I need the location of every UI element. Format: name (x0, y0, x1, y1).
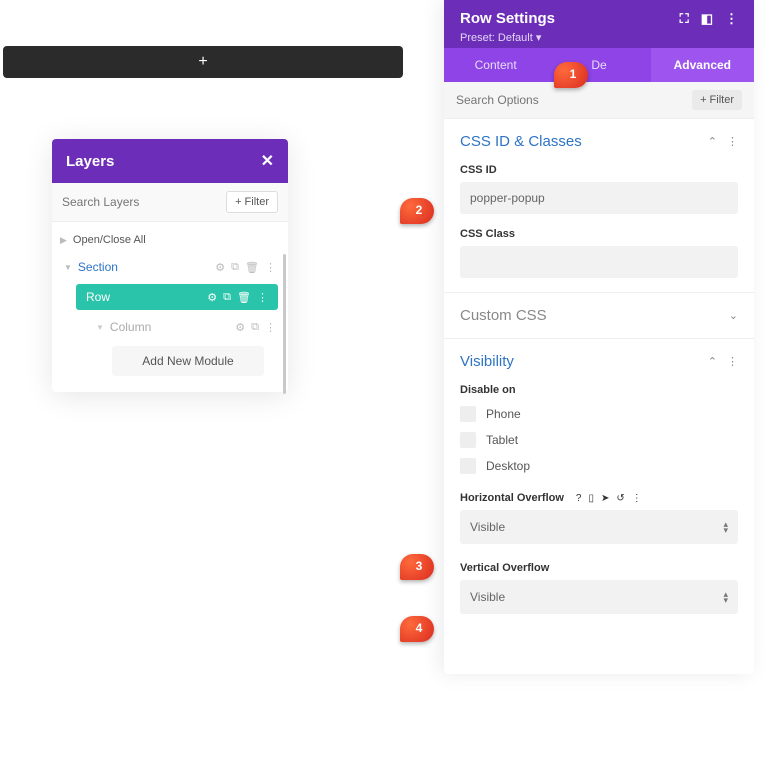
v-overflow-label: Vertical Overflow (460, 562, 738, 574)
more-icon[interactable]: ⋮ (727, 135, 738, 148)
hover-icon[interactable]: ➤ (601, 493, 609, 504)
more-icon[interactable]: ⋮ (632, 493, 642, 504)
expand-icon[interactable]: ⛶ (680, 11, 689, 27)
h-overflow-select[interactable]: Visible ▴▾ (460, 510, 738, 544)
triangle-down-icon: ▼ (64, 263, 72, 272)
settings-filter-button[interactable]: + Filter (692, 90, 742, 110)
add-section-bar[interactable]: + (3, 46, 403, 78)
open-close-all[interactable]: ▶ Open/Close All (56, 228, 284, 254)
chevron-up-icon[interactable]: ⌃ (708, 355, 717, 368)
settings-header: Row Settings ⛶ ◧ ⋮ Preset: Default ▾ (444, 0, 754, 48)
tab-advanced[interactable]: Advanced (651, 48, 754, 82)
trash-icon[interactable]: 🗑 (237, 291, 251, 304)
css-class-input[interactable] (460, 246, 738, 278)
gear-icon[interactable]: ⚙ (215, 261, 225, 274)
chevron-down-icon[interactable]: ⌄ (729, 309, 738, 322)
layers-column-row[interactable]: ▼ Column ⚙ ⧉ ⋮ (56, 314, 284, 340)
callout-3: 3 (400, 554, 434, 580)
acc-visibility-title[interactable]: Visibility (460, 353, 514, 370)
accordion-visibility: Visibility ⌃ ⋮ Disable on Phone Tablet D… (444, 339, 754, 674)
layers-header: Layers ✕ (52, 139, 288, 183)
more-icon[interactable]: ⋮ (727, 355, 738, 368)
triangle-down-icon: ▼ (96, 323, 104, 332)
layers-row-row[interactable]: Row ⚙ ⧉ 🗑 ⋮ (76, 284, 278, 310)
open-close-label: Open/Close All (73, 234, 146, 246)
disable-tablet-row[interactable]: Tablet (460, 432, 738, 448)
settings-search-input[interactable] (456, 93, 692, 107)
snap-icon[interactable]: ◧ (701, 11, 713, 27)
phone-icon[interactable]: ▯ (588, 493, 594, 504)
close-icon[interactable]: ✕ (261, 151, 274, 171)
accordion-custom-css[interactable]: Custom CSS ⌄ (444, 293, 754, 339)
chevron-up-icon[interactable]: ⌃ (708, 135, 717, 148)
callout-4-num: 4 (416, 621, 423, 635)
layers-title: Layers (66, 153, 114, 170)
settings-tabs: Content De Advanced (444, 48, 754, 82)
h-overflow-value: Visible (470, 520, 505, 534)
accordion-css-id-classes: CSS ID & Classes ⌃ ⋮ CSS ID CSS Class (444, 119, 754, 293)
layers-scrollbar[interactable] (283, 254, 286, 394)
callout-4: 4 (400, 616, 434, 642)
acc-custom-title: Custom CSS (460, 307, 547, 324)
updown-icon: ▴▾ (723, 591, 728, 603)
help-icon[interactable]: ? (576, 493, 582, 504)
desktop-label: Desktop (486, 459, 530, 473)
column-row-icons: ⚙ ⧉ ⋮ (235, 321, 276, 334)
row-label: Row (86, 290, 110, 304)
updown-icon: ▴▾ (723, 521, 728, 533)
row-settings-panel: Row Settings ⛶ ◧ ⋮ Preset: Default ▾ Con… (444, 0, 754, 674)
callout-1-num: 1 (570, 67, 577, 81)
gear-icon[interactable]: ⚙ (207, 291, 217, 304)
section-row-icons: ⚙ ⧉ 🗑 ⋮ (215, 261, 276, 274)
tablet-label: Tablet (486, 433, 518, 447)
css-class-label: CSS Class (460, 228, 738, 240)
phone-label: Phone (486, 407, 521, 421)
checkbox[interactable] (460, 458, 476, 474)
layers-section-row[interactable]: ▼ Section ⚙ ⧉ 🗑 ⋮ (56, 254, 284, 280)
reset-icon[interactable]: ↺ (616, 493, 624, 504)
more-icon[interactable]: ⋮ (265, 321, 276, 334)
layers-search-input[interactable] (62, 195, 226, 209)
duplicate-icon[interactable]: ⧉ (231, 261, 239, 274)
disable-desktop-row[interactable]: Desktop (460, 458, 738, 474)
callout-1: 1 (554, 62, 588, 88)
layers-body: ▶ Open/Close All ▼ Section ⚙ ⧉ 🗑 ⋮ Row ⚙… (52, 222, 288, 392)
disable-on-label: Disable on (460, 384, 738, 396)
settings-search-row: + Filter (444, 82, 754, 119)
checkbox[interactable] (460, 432, 476, 448)
more-icon[interactable]: ⋮ (725, 11, 738, 27)
layers-filter-button[interactable]: + Filter (226, 191, 278, 213)
duplicate-icon[interactable]: ⧉ (223, 291, 231, 304)
more-icon[interactable]: ⋮ (265, 261, 276, 274)
callout-2: 2 (400, 198, 434, 224)
trash-icon[interactable]: 🗑 (245, 261, 259, 274)
h-overflow-label: Horizontal Overflow (460, 492, 564, 504)
row-row-icons: ⚙ ⧉ 🗑 ⋮ (207, 291, 268, 304)
column-label: Column (110, 320, 151, 334)
add-new-module-button[interactable]: Add New Module (112, 346, 264, 376)
callout-3-num: 3 (416, 559, 423, 573)
css-id-label: CSS ID (460, 164, 738, 176)
disable-phone-row[interactable]: Phone (460, 406, 738, 422)
plus-icon: + (198, 53, 207, 71)
settings-title: Row Settings (460, 10, 555, 27)
duplicate-icon[interactable]: ⧉ (251, 321, 259, 334)
more-icon[interactable]: ⋮ (257, 291, 268, 304)
preset-dropdown[interactable]: Preset: Default ▾ (460, 31, 738, 44)
acc-css-title[interactable]: CSS ID & Classes (460, 133, 582, 150)
tab-content[interactable]: Content (444, 48, 547, 82)
triangle-icon: ▶ (60, 235, 67, 246)
v-overflow-value: Visible (470, 590, 505, 604)
v-overflow-select[interactable]: Visible ▴▾ (460, 580, 738, 614)
section-label: Section (78, 260, 118, 274)
layers-panel: Layers ✕ + Filter ▶ Open/Close All ▼ Sec… (52, 139, 288, 392)
checkbox[interactable] (460, 406, 476, 422)
layers-search-row: + Filter (52, 183, 288, 222)
css-id-input[interactable] (460, 182, 738, 214)
callout-2-num: 2 (416, 203, 423, 217)
gear-icon[interactable]: ⚙ (235, 321, 245, 334)
